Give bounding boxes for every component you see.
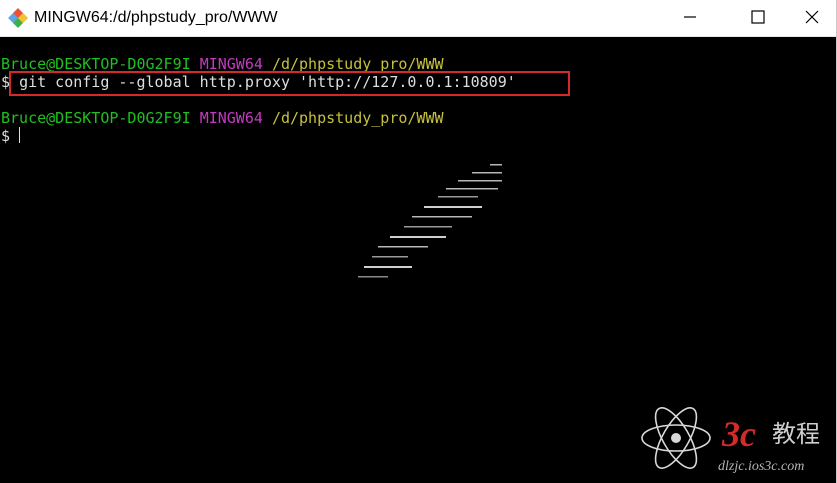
close-button[interactable] — [789, 0, 835, 34]
prompt-system: MINGW64 — [199, 109, 263, 127]
close-icon — [805, 10, 819, 24]
title-bar[interactable]: MINGW64:/d/phpstudy_pro/WWW — [0, 0, 836, 37]
git-bash-icon — [8, 8, 28, 28]
minimize-icon — [684, 16, 696, 18]
watermark-site: dlzjc.ios3c.com — [718, 459, 804, 474]
watermark-cjk: 教程 — [772, 420, 820, 448]
rendering-artifact — [358, 164, 502, 278]
watermark-logo: 3c 教程 dlzjc.ios3c.com — [641, 407, 820, 474]
text-cursor — [19, 127, 21, 143]
watermark-brand: 3c — [721, 414, 756, 454]
input-line[interactable]: $ — [1, 127, 21, 145]
maximize-button[interactable] — [735, 0, 781, 34]
command-highlight-box — [9, 71, 570, 96]
maximize-icon — [751, 10, 765, 24]
terminal-window: MINGW64:/d/phpstudy_pro/WWW Bruce@DESKTO… — [0, 0, 837, 483]
prompt-path: /d/phpstudy_pro/WWW — [271, 109, 444, 127]
prompt-user-host: Bruce@DESKTOP-D0G2F9I — [1, 109, 191, 127]
window-title: MINGW64:/d/phpstudy_pro/WWW — [34, 9, 278, 26]
prompt-symbol: $ — [1, 127, 11, 145]
minimize-button[interactable] — [667, 0, 713, 34]
prompt-line: Bruce@DESKTOP-D0G2F9I MINGW64 /d/phpstud… — [1, 109, 444, 127]
